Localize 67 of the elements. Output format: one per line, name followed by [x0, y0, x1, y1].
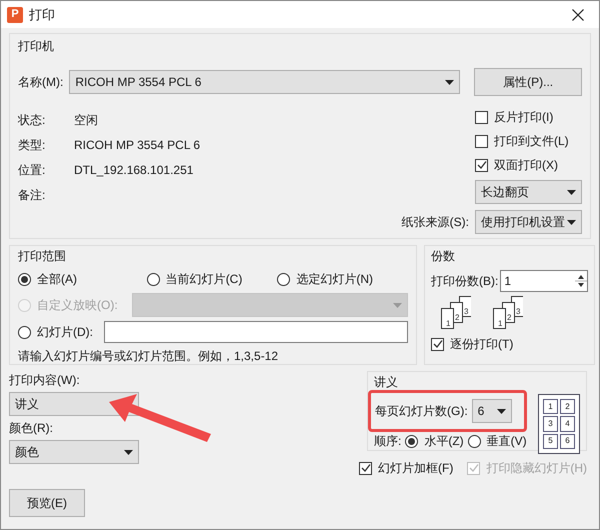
dropdown-caret-icon: [567, 190, 576, 194]
field-label: 每页幻灯片数(G):: [375, 403, 468, 420]
checkbox-label: 打印到文件(L): [494, 133, 569, 150]
dropdown-caret-icon: [124, 450, 133, 454]
radio-button[interactable]: [468, 434, 481, 448]
info-label: 状态:: [18, 112, 46, 129]
layout-slide: 6: [560, 434, 575, 449]
radio-label: 垂直(V): [486, 433, 527, 450]
checkbox[interactable]: [475, 110, 488, 124]
window-title: 打印: [29, 6, 55, 24]
slides-per-page-dropdown[interactable]: 6: [472, 399, 512, 423]
checkbox-label: 幻灯片加框(F): [378, 460, 454, 477]
field-label: 打印内容(W):: [9, 372, 81, 389]
checkbox[interactable]: [475, 158, 488, 172]
checkbox[interactable]: [431, 338, 444, 350]
radio-label: 选定幻灯片(N): [296, 271, 374, 288]
group-title: 讲义: [374, 374, 399, 390]
info-label: 类型:: [18, 137, 46, 154]
group-title: 打印机: [18, 38, 55, 54]
radio-button[interactable]: [405, 434, 418, 448]
checkbox[interactable]: [475, 134, 488, 148]
dropdown-caret-icon: [567, 220, 576, 224]
field-label: 颜色(R):: [9, 420, 54, 437]
radio-button[interactable]: [277, 272, 290, 286]
field-label: 名称(M):: [18, 74, 64, 91]
info-value: 空闲: [74, 112, 98, 129]
dropdown-caret-icon: [393, 302, 402, 308]
field-label: 顺序:: [374, 433, 402, 450]
dropdown-caret-icon: [496, 408, 506, 414]
info-value: RICOH MP 3554 PCL 6: [74, 137, 200, 154]
radio-label: 水平(Z): [424, 433, 464, 450]
dropdown-caret-icon: [445, 80, 454, 84]
printer-dropdown[interactable]: RICOH MP 3554 PCL 6: [69, 70, 460, 94]
info-label: 位置:: [18, 162, 46, 179]
app-icon: P: [7, 6, 23, 22]
close-icon: [572, 8, 584, 20]
group-title: 份数: [431, 248, 456, 264]
radio-button[interactable]: [18, 326, 31, 338]
copies-spinner[interactable]: 1: [500, 270, 588, 292]
checkbox[interactable]: [359, 462, 372, 474]
info-value: DTL_192.168.101.251: [74, 162, 194, 179]
duplex-dropdown[interactable]: 长边翻页: [475, 180, 582, 204]
checkbox-label: 打印隐藏幻灯片(H): [486, 460, 587, 477]
field-label: 纸张来源(S):: [402, 214, 469, 231]
checkbox-label: 逐份打印(T): [450, 336, 514, 353]
radio-label: 当前幻灯片(C): [166, 271, 242, 288]
layout-slide: 1: [543, 399, 558, 414]
radio-button[interactable]: [146, 272, 160, 286]
hint-text: 请输入幻灯片编号或幻灯片范围。例如，1,3,5-12: [18, 348, 280, 365]
paper-source-dropdown[interactable]: 使用打印机设置: [475, 210, 582, 234]
checkbox-label: 双面打印(X): [494, 157, 558, 174]
layout-slide: 5: [543, 434, 558, 449]
preview-button[interactable]: 预览(E): [9, 489, 85, 517]
checkbox-label: 反片打印(I): [494, 109, 554, 126]
field-label: 打印份数(B):: [431, 273, 498, 290]
info-label: 备注:: [18, 187, 46, 204]
radio-label: 幻灯片(D):: [37, 324, 93, 341]
layout-slide: 2: [560, 399, 575, 414]
slides-input[interactable]: [104, 321, 408, 343]
radio-label: 自定义放映(O):: [37, 297, 118, 314]
color-dropdown[interactable]: 颜色: [9, 440, 139, 464]
layout-slide: 3: [543, 416, 558, 432]
layout-slide: 4: [560, 416, 575, 432]
radio-button[interactable]: [18, 272, 31, 286]
radio-label: 全部(A): [37, 271, 77, 288]
properties-button[interactable]: 属性(P)...: [474, 68, 582, 96]
group-title: 打印范围: [18, 248, 67, 264]
